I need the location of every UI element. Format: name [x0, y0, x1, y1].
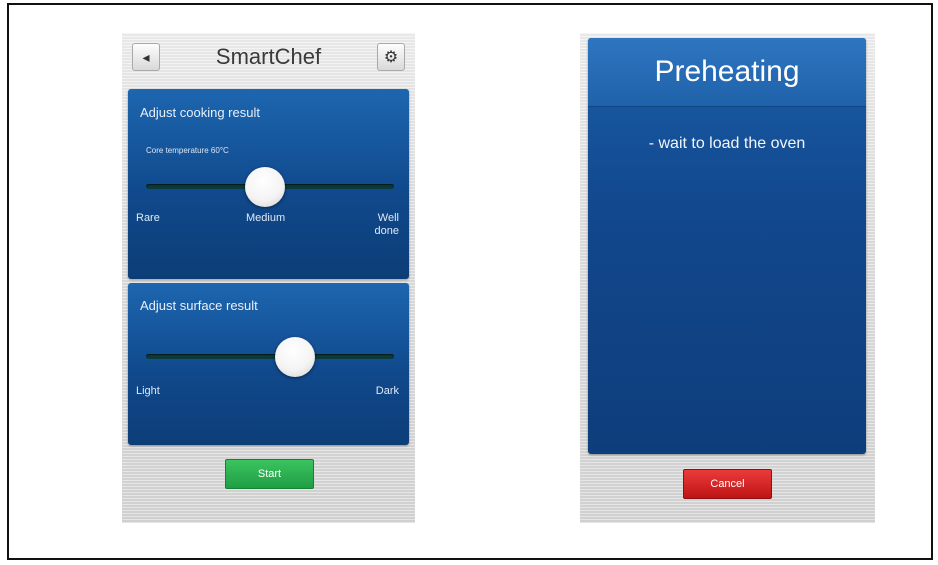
cancel-button[interactable]: Cancel — [683, 469, 772, 499]
preheating-screen: Preheating - wait to load the oven Cance… — [580, 33, 875, 523]
well-done-label: Well done — [375, 212, 399, 238]
surface-slider-thumb[interactable] — [274, 337, 315, 377]
gear-icon: ⚙ — [383, 49, 399, 66]
well-done-line2: done — [374, 225, 399, 237]
light-label: Light — [136, 385, 160, 397]
surface-slider-track[interactable] — [146, 354, 394, 359]
cooking-slider-thumb[interactable] — [245, 167, 286, 207]
settings-button[interactable]: ⚙ — [377, 43, 405, 71]
preheating-title: Preheating — [654, 55, 800, 88]
app-header: ◂ SmartChef ⚙ — [122, 33, 415, 85]
core-temperature-label: Core temperature 60°C — [146, 146, 229, 155]
app-title: SmartChef — [215, 44, 322, 69]
preheating-header: Preheating — [588, 38, 866, 107]
medium-label: Medium — [246, 212, 286, 224]
surface-panel-title: Adjust surface result — [140, 298, 258, 313]
preheating-message: - wait to load the oven — [648, 135, 806, 152]
rare-label: Rare — [136, 212, 160, 224]
surface-result-panel: Adjust surface result Light Dark — [128, 283, 409, 445]
dark-label: Dark — [375, 385, 399, 397]
cooking-result-panel: Adjust cooking result Core temperature 6… — [128, 89, 409, 279]
preheating-panel: Preheating - wait to load the oven — [588, 38, 866, 454]
cooking-panel-title: Adjust cooking result — [140, 105, 260, 120]
well-done-line1: Well — [377, 212, 399, 224]
start-button[interactable]: Start — [225, 459, 314, 489]
smartchef-screen: ◂ SmartChef ⚙ Adjust cooking result Core… — [122, 33, 415, 523]
